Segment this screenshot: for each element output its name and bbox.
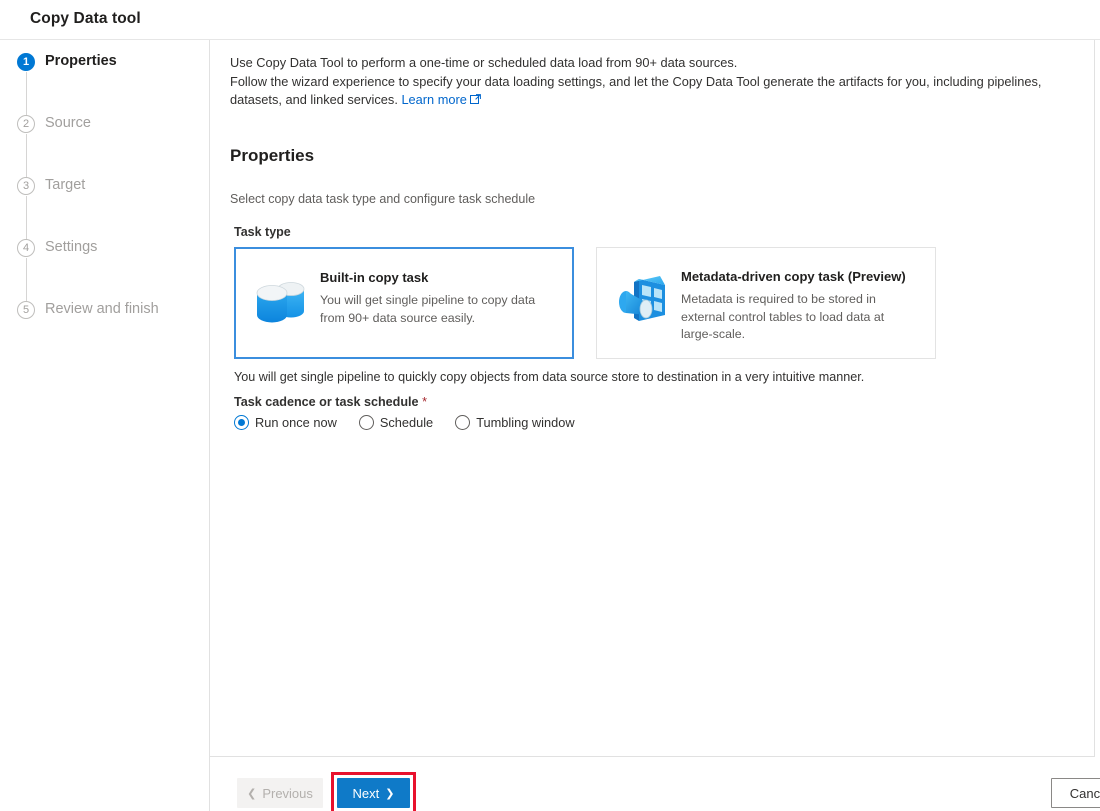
sidebar-step-source[interactable]: 2 Source: [0, 102, 210, 184]
previous-button-label: Previous: [262, 785, 313, 801]
step-label: Settings: [45, 239, 98, 255]
previous-button[interactable]: ❮ Previous: [237, 778, 323, 808]
radio-label: Tumbling window: [476, 415, 575, 430]
chevron-right-icon: ❯: [385, 787, 395, 800]
database-cylinders-icon: [250, 271, 312, 333]
intro-line-1: Use Copy Data Tool to perform a one-time…: [230, 55, 738, 70]
card-title: Built-in copy task: [320, 270, 429, 285]
intro-description: Use Copy Data Tool to perform a one-time…: [230, 54, 1080, 111]
card-body: Metadata-driven copy task (Preview) Meta…: [681, 266, 916, 344]
sidebar-step-target[interactable]: 3 Target: [0, 164, 210, 246]
task-cadence-label: Task cadence or task schedule *: [234, 395, 427, 409]
page-title: Properties: [230, 146, 315, 165]
task-type-label: Task type: [234, 225, 291, 239]
intro-line-2: Follow the wizard experience to specify …: [230, 73, 1042, 108]
cancel-button[interactable]: Cancel: [1051, 778, 1100, 808]
task-type-card-built-in-copy-task[interactable]: Built-in copy task You will get single p…: [234, 247, 574, 359]
radio-run-once-now[interactable]: Run once now: [234, 415, 337, 430]
card-description: Metadata is required to be stored in ext…: [681, 292, 885, 341]
radio-schedule[interactable]: Schedule: [358, 415, 434, 430]
radio-tumbling-window[interactable]: Tumbling window: [455, 415, 575, 430]
chevron-left-icon: ❮: [247, 787, 257, 800]
required-asterisk: *: [422, 395, 427, 409]
wizard-step-rail: 1 Properties 2 Source 3 Target 4 Setting…: [0, 40, 210, 811]
task-cadence-radio-group: Run once now Schedule Tumbling window: [234, 415, 597, 430]
task-cadence-label-text: Task cadence or task schedule: [234, 395, 419, 409]
card-description: You will get single pipeline to copy dat…: [320, 293, 536, 325]
step-number-badge: 2: [17, 115, 35, 133]
task-type-note: You will get single pipeline to quickly …: [234, 370, 865, 384]
cancel-button-label: Cancel: [1069, 785, 1100, 801]
window-title: Copy Data tool: [30, 10, 141, 27]
step-number-badge: 5: [17, 301, 35, 319]
radio-mark: [234, 415, 249, 430]
radio-mark: [455, 415, 471, 430]
step-number-badge: 1: [17, 53, 35, 71]
copy-data-tool-window: Copy Data tool 1 Properties 2 Source 3 T…: [0, 0, 1100, 811]
next-button-label: Next: [352, 785, 380, 801]
main-content-pane: Use Copy Data Tool to perform a one-time…: [210, 40, 1095, 811]
page-subtitle: Select copy data task type and configure…: [230, 192, 536, 206]
step-label: Review and finish: [45, 301, 159, 317]
radio-mark: [358, 415, 374, 430]
window-title-bar: Copy Data tool: [0, 0, 1100, 40]
step-number-badge: 4: [17, 239, 35, 257]
learn-more-link[interactable]: Learn more: [401, 92, 466, 107]
sidebar-step-review-and-finish[interactable]: 5 Review and finish: [0, 288, 210, 350]
task-type-card-metadata-driven-copy-task[interactable]: Metadata-driven copy task (Preview) Meta…: [596, 247, 936, 359]
radio-label: Schedule: [379, 415, 434, 430]
sidebar-step-settings[interactable]: 4 Settings: [0, 226, 210, 308]
next-button[interactable]: Next ❯: [337, 778, 410, 808]
card-title: Metadata-driven copy task (Preview): [681, 269, 906, 284]
wizard-steps-list: 1 Properties 2 Source 3 Target 4 Setting…: [0, 40, 210, 350]
step-label: Properties: [45, 53, 117, 69]
external-link-icon: [469, 92, 481, 111]
sidebar-step-properties[interactable]: 1 Properties: [0, 40, 210, 122]
card-body: Built-in copy task You will get single p…: [320, 267, 555, 327]
step-label: Source: [45, 115, 91, 131]
wizard-footer: ❮ Previous Next ❯ Cancel: [210, 757, 1100, 811]
radio-label: Run once now: [255, 415, 337, 430]
step-label: Target: [45, 177, 86, 193]
metadata-grid-icon: [611, 270, 673, 332]
step-number-badge: 3: [17, 177, 35, 195]
